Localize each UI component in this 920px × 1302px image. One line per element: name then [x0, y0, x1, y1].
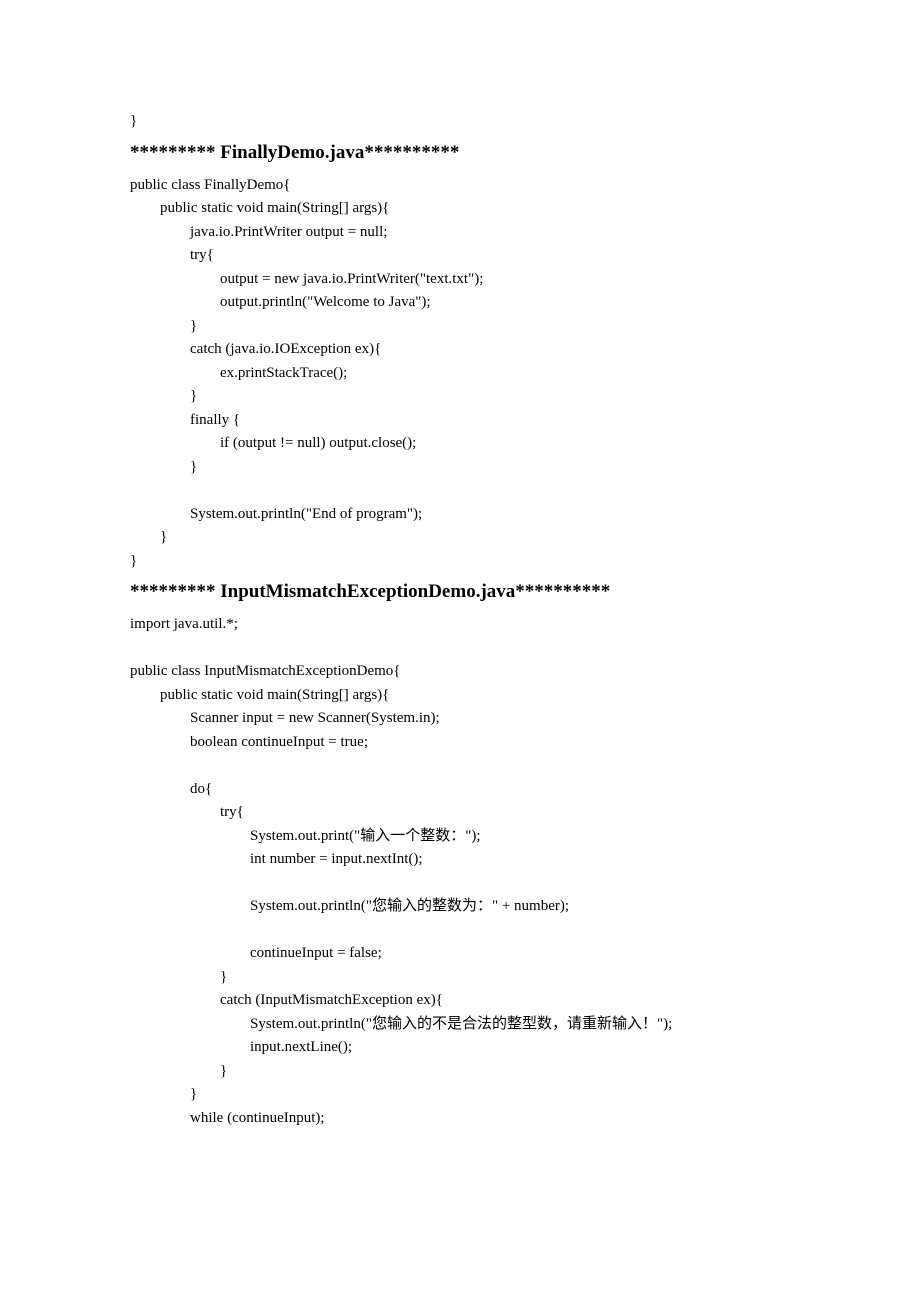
code-line: import java.util.*;: [130, 613, 790, 637]
code-line: }: [130, 315, 790, 339]
blank-line: [130, 919, 790, 943]
code-line: int number = input.nextInt();: [130, 848, 790, 872]
code-line: public class FinallyDemo{: [130, 174, 790, 198]
code-line: if (output != null) output.close();: [130, 432, 790, 456]
code-line: while (continueInput);: [130, 1107, 790, 1131]
document-page: } ********* FinallyDemo.java********** p…: [0, 0, 920, 1230]
code-line: }: [130, 550, 790, 574]
code-block-1: public class FinallyDemo{ public static …: [130, 174, 790, 574]
code-line: java.io.PrintWriter output = null;: [130, 221, 790, 245]
code-line: input.nextLine();: [130, 1036, 790, 1060]
code-line: }: [130, 1083, 790, 1107]
code-line: System.out.print("输入一个整数：");: [130, 825, 790, 849]
code-line: public static void main(String[] args){: [130, 197, 790, 221]
code-line: Scanner input = new Scanner(System.in);: [130, 707, 790, 731]
code-block-2: import java.util.*; public class InputMis…: [130, 613, 790, 1130]
code-line: System.out.println("End of program");: [130, 503, 790, 527]
code-line: boolean continueInput = true;: [130, 731, 790, 755]
code-line: }: [130, 456, 790, 480]
code-line: public static void main(String[] args){: [130, 684, 790, 708]
section-heading-2: ********* InputMismatchExceptionDemo.jav…: [130, 575, 790, 609]
blank-line: [130, 479, 790, 503]
code-line: catch (InputMismatchException ex){: [130, 989, 790, 1013]
code-line: continueInput = false;: [130, 942, 790, 966]
code-line: output.println("Welcome to Java");: [130, 291, 790, 315]
blank-line: [130, 872, 790, 896]
code-line: try{: [130, 801, 790, 825]
code-line: }: [130, 526, 790, 550]
code-line: }: [130, 385, 790, 409]
code-line: try{: [130, 244, 790, 268]
code-line: }: [130, 110, 790, 134]
code-line: finally {: [130, 409, 790, 433]
code-line: do{: [130, 778, 790, 802]
blank-line: [130, 637, 790, 661]
code-line: System.out.println("您输入的整数为：" + number);: [130, 895, 790, 919]
blank-line: [130, 754, 790, 778]
code-line: public class InputMismatchExceptionDemo{: [130, 660, 790, 684]
section-heading-1: ********* FinallyDemo.java**********: [130, 136, 790, 170]
code-line: ex.printStackTrace();: [130, 362, 790, 386]
code-line: catch (java.io.IOException ex){: [130, 338, 790, 362]
code-line: output = new java.io.PrintWriter("text.t…: [130, 268, 790, 292]
code-line: System.out.println("您输入的不是合法的整型数，请重新输入！"…: [130, 1013, 790, 1037]
code-line: }: [130, 1060, 790, 1084]
code-line: }: [130, 966, 790, 990]
